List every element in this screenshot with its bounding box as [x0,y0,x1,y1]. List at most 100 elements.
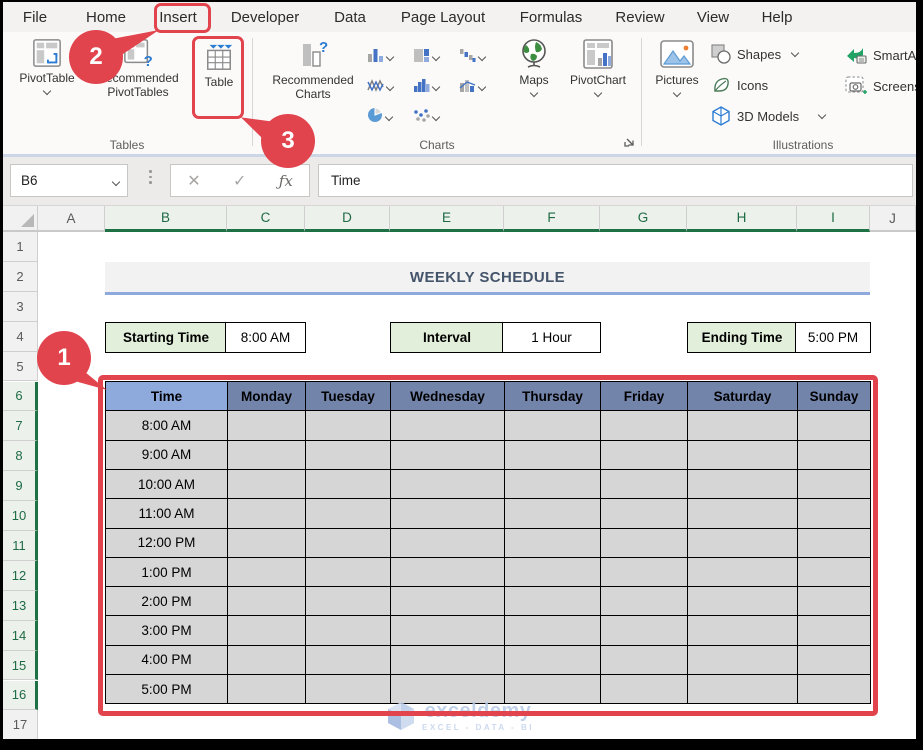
icons-button[interactable]: Icons [711,75,768,95]
table-button[interactable]: Table [197,42,241,89]
schedule-cell[interactable] [797,586,871,617]
schedule-header-friday[interactable]: Friday [600,380,688,412]
row-header-6[interactable]: 6 [3,381,38,412]
waterfall-chart-icon[interactable] [459,40,505,70]
tab-insert[interactable]: Insert [159,2,197,32]
column-header-B[interactable]: B [105,206,227,232]
schedule-cell[interactable] [797,410,871,441]
column-header-D[interactable]: D [305,206,390,232]
schedule-cell[interactable] [227,439,306,470]
row-header-7[interactable]: 7 [3,411,38,442]
treemap-chart-icon[interactable] [413,40,459,70]
column-header-F[interactable]: F [504,206,600,232]
formula-bar-grip[interactable] [149,170,152,184]
column-header-G[interactable]: G [600,206,687,232]
row-header-8[interactable]: 8 [3,441,38,472]
maps-button[interactable]: Maps [508,38,560,98]
time-cell[interactable]: 2:00 PM [105,586,228,617]
schedule-cell[interactable] [227,615,306,646]
schedule-cell[interactable] [390,468,505,500]
schedule-cell[interactable] [390,410,505,441]
schedule-cell[interactable] [504,556,601,588]
schedule-cell[interactable] [600,410,688,441]
tab-formulas[interactable]: Formulas [520,2,583,32]
starting-time-label-cell[interactable]: Starting Time [105,322,227,353]
schedule-header-saturday[interactable]: Saturday [687,380,798,412]
schedule-cell[interactable] [600,674,688,705]
scatter-chart-icon[interactable] [413,100,459,130]
schedule-cell[interactable] [227,498,306,529]
schedule-cell[interactable] [305,439,391,470]
column-header-C[interactable]: C [227,206,305,232]
row-header-17[interactable]: 17 [3,710,38,739]
schedule-cell[interactable] [687,674,798,705]
select-all-button[interactable] [3,206,38,232]
schedule-cell[interactable] [687,615,798,646]
insert-function-icon[interactable]: ƒx [279,172,293,190]
row-header-13[interactable]: 13 [3,590,38,621]
schedule-cell[interactable] [305,586,391,617]
schedule-cell[interactable] [797,615,871,646]
schedule-cell[interactable] [600,527,688,558]
row-header-2[interactable]: 2 [3,261,38,292]
column-header-H[interactable]: H [687,206,797,232]
schedule-cell[interactable] [227,644,306,676]
schedule-cell[interactable] [504,644,601,676]
schedule-cell[interactable] [390,527,505,558]
row-header-14[interactable]: 14 [3,620,38,651]
schedule-header-sunday[interactable]: Sunday [797,380,871,412]
tab-file[interactable]: File [23,2,47,32]
schedule-cell[interactable] [797,468,871,500]
schedule-cell[interactable] [305,644,391,676]
ending-time-value-cell[interactable]: 5:00 PM [795,322,871,353]
row-header-16[interactable]: 16 [3,680,38,711]
schedule-cell[interactable] [227,410,306,441]
column-header-A[interactable]: A [38,206,105,232]
tab-home[interactable]: Home [86,2,126,32]
schedule-cell[interactable] [797,498,871,529]
pictures-button[interactable]: Pictures [648,38,706,98]
schedule-cell[interactable] [600,468,688,500]
schedule-cell[interactable] [390,586,505,617]
column-header-J[interactable]: J [870,206,916,232]
schedule-cell[interactable] [390,439,505,470]
schedule-header-monday[interactable]: Monday [227,380,306,412]
schedule-cell[interactable] [504,615,601,646]
tab-help[interactable]: Help [762,2,793,32]
enter-icon[interactable]: ✓ [233,171,246,191]
schedule-cell[interactable] [390,615,505,646]
schedule-cell[interactable] [600,615,688,646]
pivotchart-button[interactable]: PivotChart [561,38,635,98]
pivottable-button[interactable]: PivotTable [15,38,79,96]
charts-dialog-launcher-icon[interactable] [623,135,637,149]
ending-time-label-cell[interactable]: Ending Time [687,322,797,353]
column-header-E[interactable]: E [390,206,504,232]
name-box[interactable]: B6 [10,164,128,197]
histogram-chart-icon[interactable] [413,70,459,100]
schedule-header-thursday[interactable]: Thursday [504,380,601,412]
schedule-cell[interactable] [390,498,505,529]
schedule-header-tuesday[interactable]: Tuesday [305,380,391,412]
sheet-title-cell[interactable]: WEEKLY SCHEDULE [105,262,870,295]
schedule-cell[interactable] [227,527,306,558]
schedule-cell[interactable] [797,527,871,558]
schedule-cell[interactable] [797,439,871,470]
schedule-cell[interactable] [504,527,601,558]
row-header-11[interactable]: 11 [3,531,38,561]
tab-data[interactable]: Data [334,2,366,32]
schedule-cell[interactable] [504,439,601,470]
row-header-15[interactable]: 15 [3,650,38,681]
time-cell[interactable]: 9:00 AM [105,439,228,470]
schedule-cell[interactable] [305,410,391,441]
schedule-cell[interactable] [227,468,306,500]
schedule-cell[interactable] [305,674,391,705]
schedule-cell[interactable] [600,439,688,470]
line-chart-icon[interactable] [367,70,413,100]
schedule-cell[interactable] [687,498,798,529]
schedule-cell[interactable] [687,468,798,500]
interval-label-cell[interactable]: Interval [390,322,504,353]
schedule-cell[interactable] [600,586,688,617]
schedule-cell[interactable] [687,556,798,588]
formula-input[interactable]: Time [318,164,913,197]
schedule-cell[interactable] [305,615,391,646]
